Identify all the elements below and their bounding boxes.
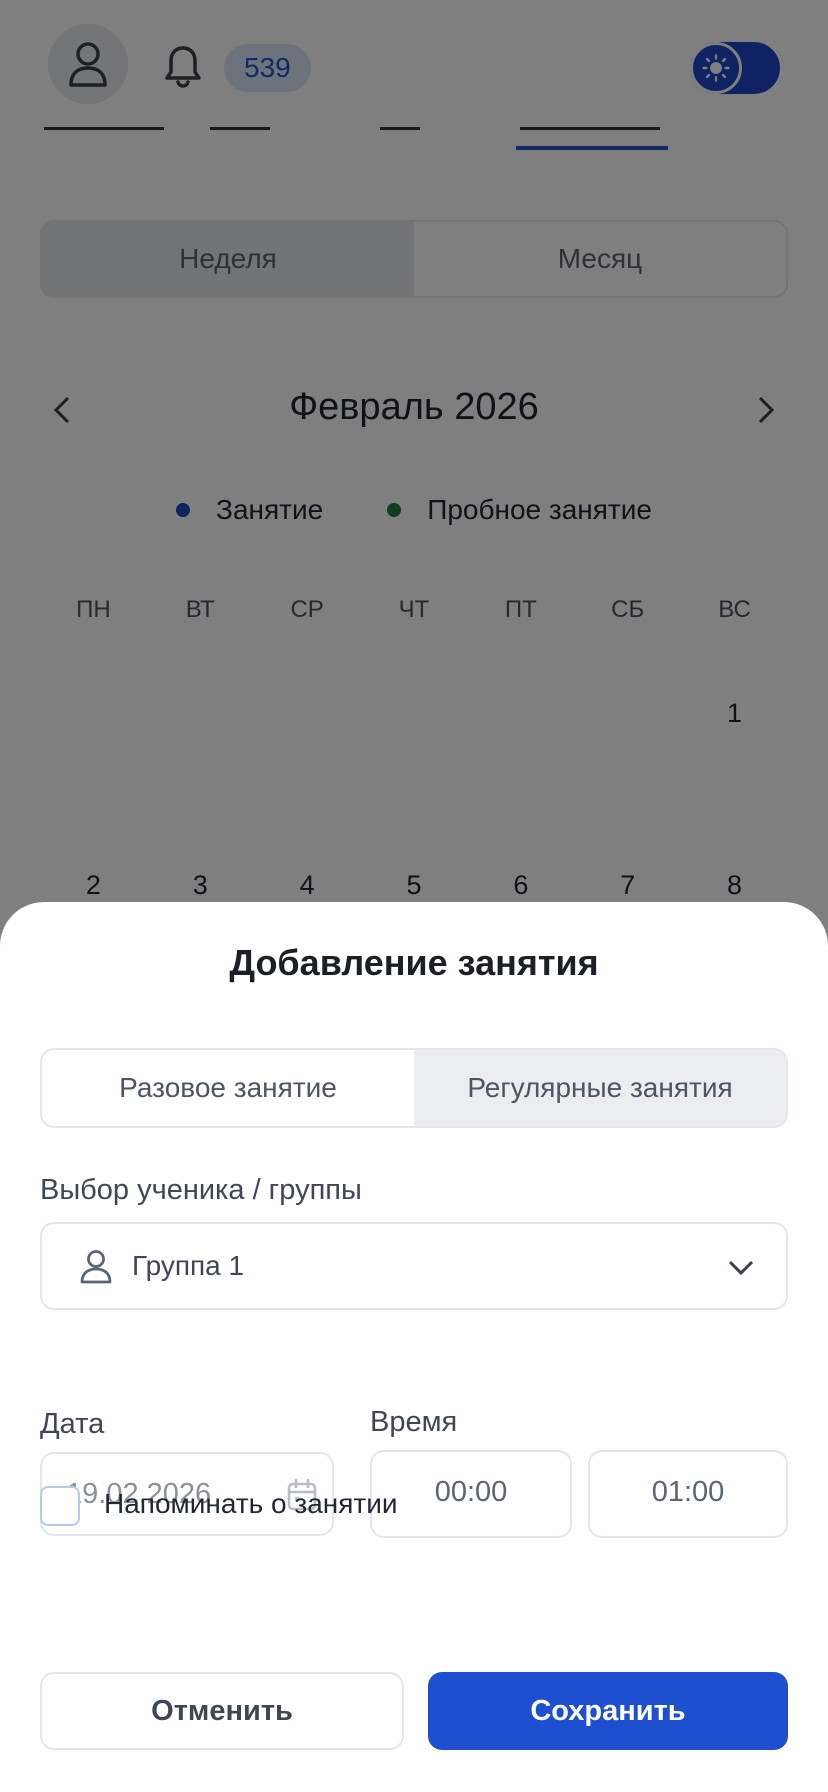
regular-lessons-tab[interactable]: Регулярные занятия <box>414 1050 786 1126</box>
time-start-value: 00:00 <box>434 1476 508 1508</box>
save-button[interactable]: Сохранить <box>428 1672 788 1750</box>
student-select[interactable]: Группа 1 <box>40 1222 788 1310</box>
chevron-down-icon <box>728 1260 754 1276</box>
single-lesson-tab[interactable]: Разовое занятие <box>42 1050 414 1126</box>
student-select-value: Группа 1 <box>132 1250 245 1281</box>
time-end-value: 01:00 <box>651 1476 725 1508</box>
user-icon <box>80 1250 112 1284</box>
time-label: Время <box>370 1406 458 1438</box>
sheet-title: Добавление занятия <box>229 942 599 983</box>
lesson-type-toggle: Разовое занятие Регулярные занятия <box>40 1048 788 1128</box>
add-lesson-sheet: Добавление занятия Разовое занятие Регул… <box>0 902 828 1792</box>
student-label: Выбор ученика / группы <box>40 1174 362 1206</box>
time-end-input[interactable]: 01:00 <box>588 1450 788 1538</box>
reminder-label[interactable]: Напоминать о занятии <box>104 1488 398 1520</box>
cancel-button[interactable]: Отменить <box>40 1672 404 1750</box>
time-start-input[interactable]: 00:00 <box>370 1450 572 1538</box>
reminder-checkbox[interactable] <box>40 1486 80 1526</box>
date-label: Дата <box>40 1408 105 1440</box>
